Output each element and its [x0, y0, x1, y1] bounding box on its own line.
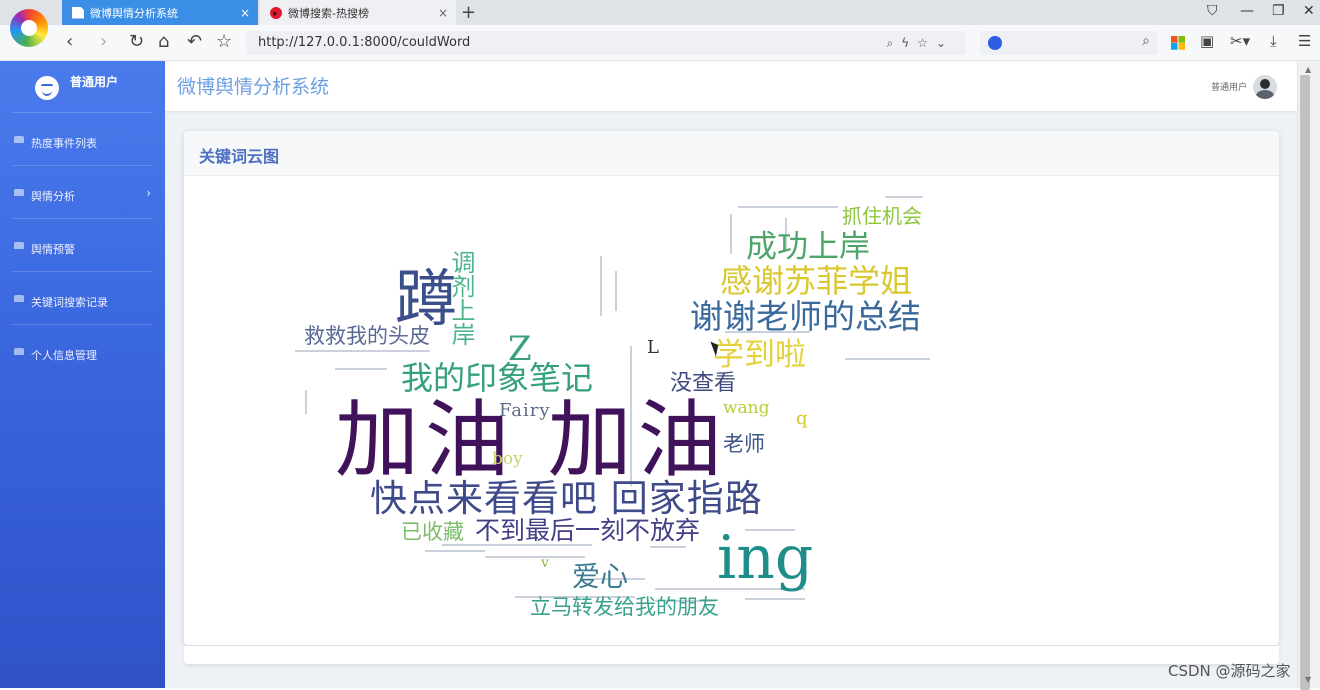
browser-logo-icon: [10, 9, 48, 47]
search-input[interactable]: ⌕: [980, 31, 1158, 55]
wordcloud-word: 谢谢老师的总结: [690, 297, 921, 336]
wordcloud-word: v: [541, 555, 549, 571]
wordcloud-word: boy: [492, 449, 523, 469]
user-avatar[interactable]: [1253, 75, 1277, 99]
address-tools-icon[interactable]: ⌕ϟ☆⌄: [887, 31, 954, 55]
search-icon[interactable]: ⌕: [1142, 33, 1150, 49]
wordcloud-word: Z: [508, 329, 532, 369]
card-header: 关键词云图: [184, 131, 1279, 176]
dashboard-icon: [14, 242, 24, 249]
dashboard-icon: [14, 136, 24, 143]
browser-tab-bar: 微博舆情分析系统 × 微博搜索-热搜榜 × + ⛉ — ❐ ✕: [0, 0, 1320, 25]
apps-icon[interactable]: [1171, 36, 1185, 50]
baidu-paw-icon: [988, 36, 1002, 50]
undo-icon[interactable]: ↶: [187, 31, 202, 53]
wordcloud-word: 感谢苏菲学姐: [720, 262, 913, 300]
wordcloud-word: q: [796, 408, 808, 429]
next-card-edge: [184, 646, 1279, 664]
user-avatar-icon: [35, 76, 59, 100]
wordcloud-word: 不到最后一刻不放弃: [475, 516, 701, 545]
card-title: 关键词云图: [199, 147, 280, 166]
watermark: CSDN @源码之家: [1168, 662, 1291, 680]
header-username[interactable]: 普通用户: [1211, 80, 1247, 93]
dashboard-icon: [14, 189, 24, 196]
cut-icon[interactable]: ✂▾: [1230, 32, 1250, 50]
document-icon: [72, 6, 84, 19]
sidebar-user: 普通用户: [0, 61, 165, 111]
sidebar-username: 普通用户: [70, 75, 119, 89]
scroll-down-icon[interactable]: ▼: [1305, 675, 1311, 684]
tab-title: 微博舆情分析系统: [90, 6, 178, 20]
wordcloud-word: 爱心: [572, 560, 629, 593]
address-text: http://127.0.0.1:8000/couldWord: [258, 35, 471, 50]
address-bar[interactable]: http://127.0.0.1:8000/couldWord ⌕ϟ☆⌄: [246, 31, 966, 55]
wordcloud: 加油 加油 快点来看看吧 回家指路 不到最后一刻不放弃 ing 蹲 我的印象笔记…: [185, 176, 1278, 644]
weibo-icon: [270, 6, 282, 19]
download-icon[interactable]: ⤓: [1270, 32, 1277, 50]
wordcloud-word: 救救我的头皮: [304, 324, 430, 348]
app-header: 微博舆情分析系统 普通用户: [165, 61, 1297, 111]
sidebar-item-label: 个人信息管理: [31, 349, 97, 362]
close-tab-icon[interactable]: ×: [240, 6, 250, 20]
wordcloud-word: L: [647, 337, 659, 358]
wordcloud-word: 立马转发给我的朋友: [530, 595, 719, 619]
sidebar-item-label: 舆情分析: [31, 190, 75, 203]
sidebar-item-label: 舆情预警: [31, 243, 75, 256]
back-icon[interactable]: ‹: [66, 31, 73, 53]
sidebar-item-hot-events[interactable]: 热度事件列表: [0, 112, 165, 165]
tab-title: 微博搜索-热搜榜: [288, 6, 369, 20]
browser-toolbar: ‹ › ↻ ⌂ ↶ ☆ http://127.0.0.1:8000/couldW…: [0, 25, 1320, 61]
sidebar-item-opinion-warning[interactable]: 舆情预警: [0, 218, 165, 271]
reader-icon[interactable]: ▣: [1200, 32, 1214, 50]
forward-icon[interactable]: ›: [100, 31, 107, 53]
page-scrollbar[interactable]: ▲ ▼: [1297, 61, 1320, 690]
scroll-up-icon[interactable]: ▲: [1305, 65, 1311, 74]
reload-icon[interactable]: ↻: [129, 31, 144, 53]
wordcloud-word: wang: [723, 398, 770, 418]
sidebar: 普通用户 热度事件列表 舆情分析 › 舆情预警 关键词搜索记录 个人信息管理: [0, 61, 165, 688]
new-tab-button[interactable]: +: [461, 2, 476, 23]
wordcloud-word: 没查看: [670, 371, 737, 396]
close-window-icon[interactable]: ✕: [1303, 3, 1315, 19]
wordcloud-word: 成功上岸: [746, 229, 870, 265]
wordcloud-word: 快点来看看吧 回家指路: [370, 477, 763, 520]
close-tab-icon[interactable]: ×: [438, 6, 448, 20]
skin-icon[interactable]: ⛉: [1207, 3, 1218, 19]
sidebar-item-keyword-search[interactable]: 关键词搜索记录: [0, 271, 165, 324]
favorite-icon[interactable]: ☆: [216, 31, 232, 53]
wordcloud-word: 我的印象笔记: [401, 359, 594, 397]
chevron-right-icon: ›: [146, 186, 151, 200]
home-icon[interactable]: ⌂: [158, 31, 169, 53]
chart-icon: [14, 295, 24, 302]
wordcloud-word: 调剂上岸: [447, 250, 475, 346]
wordcloud-word: 已收藏: [401, 520, 464, 544]
page-title: 微博舆情分析系统: [177, 76, 330, 98]
wordcloud-word: Fairy: [499, 400, 551, 421]
sidebar-item-label: 关键词搜索记录: [31, 296, 108, 309]
sidebar-item-opinion-analysis[interactable]: 舆情分析 ›: [0, 165, 165, 218]
scrollbar-thumb[interactable]: [1300, 75, 1310, 690]
wordcloud-word: 老师: [723, 432, 765, 456]
sidebar-item-label: 热度事件列表: [31, 137, 97, 150]
tab-weibo-search[interactable]: 微博搜索-热搜榜 ×: [260, 0, 456, 25]
chart-icon: [14, 348, 24, 355]
wordcloud-word: ing: [717, 523, 814, 593]
sidebar-item-profile[interactable]: 个人信息管理: [0, 324, 165, 377]
wordcloud-word: 学到啦: [713, 337, 806, 373]
menu-icon[interactable]: ☰: [1298, 32, 1311, 50]
minimize-icon[interactable]: —: [1240, 3, 1254, 19]
wordcloud-word: 抓住机会: [842, 204, 922, 228]
restore-icon[interactable]: ❐: [1272, 3, 1285, 19]
tab-weibo-system[interactable]: 微博舆情分析系统 ×: [62, 0, 258, 25]
